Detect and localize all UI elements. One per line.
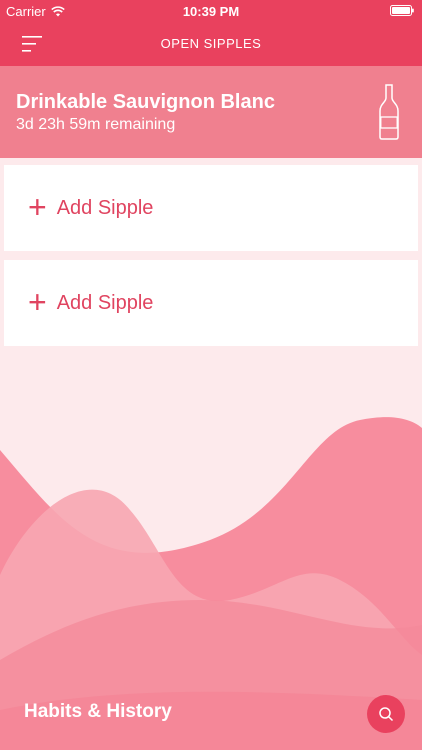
search-icon — [379, 707, 394, 722]
sipple-name: Drinkable Sauvignon Blanc — [16, 91, 275, 113]
search-button[interactable] — [367, 695, 405, 733]
decorative-waves — [0, 417, 422, 750]
plus-icon: + — [28, 188, 47, 225]
sipple-remaining: 3d 23h 59m remaining — [16, 116, 176, 133]
nav-bar: OPEN SIPPLES — [0, 22, 422, 66]
status-time: 10:39 PM — [182, 4, 240, 19]
page-title: OPEN SIPPLES — [160, 36, 262, 51]
wine-bottle-icon — [379, 84, 399, 140]
add-sipple-button[interactable]: + Add Sipple — [4, 260, 418, 346]
sipple-header[interactable]: Drinkable Sauvignon Blanc 3d 23h 59m rem… — [0, 66, 422, 158]
battery-icon — [390, 5, 414, 16]
add-sipple-button[interactable]: + Add Sipple — [4, 165, 418, 251]
habits-history-title[interactable]: Habits & History — [24, 701, 172, 723]
plus-icon: + — [28, 283, 47, 320]
add-sipple-label: Add Sipple — [56, 291, 154, 314]
status-bar: Carrier 10:39 PM — [0, 0, 422, 22]
add-sipple-label: Add Sipple — [56, 196, 154, 219]
